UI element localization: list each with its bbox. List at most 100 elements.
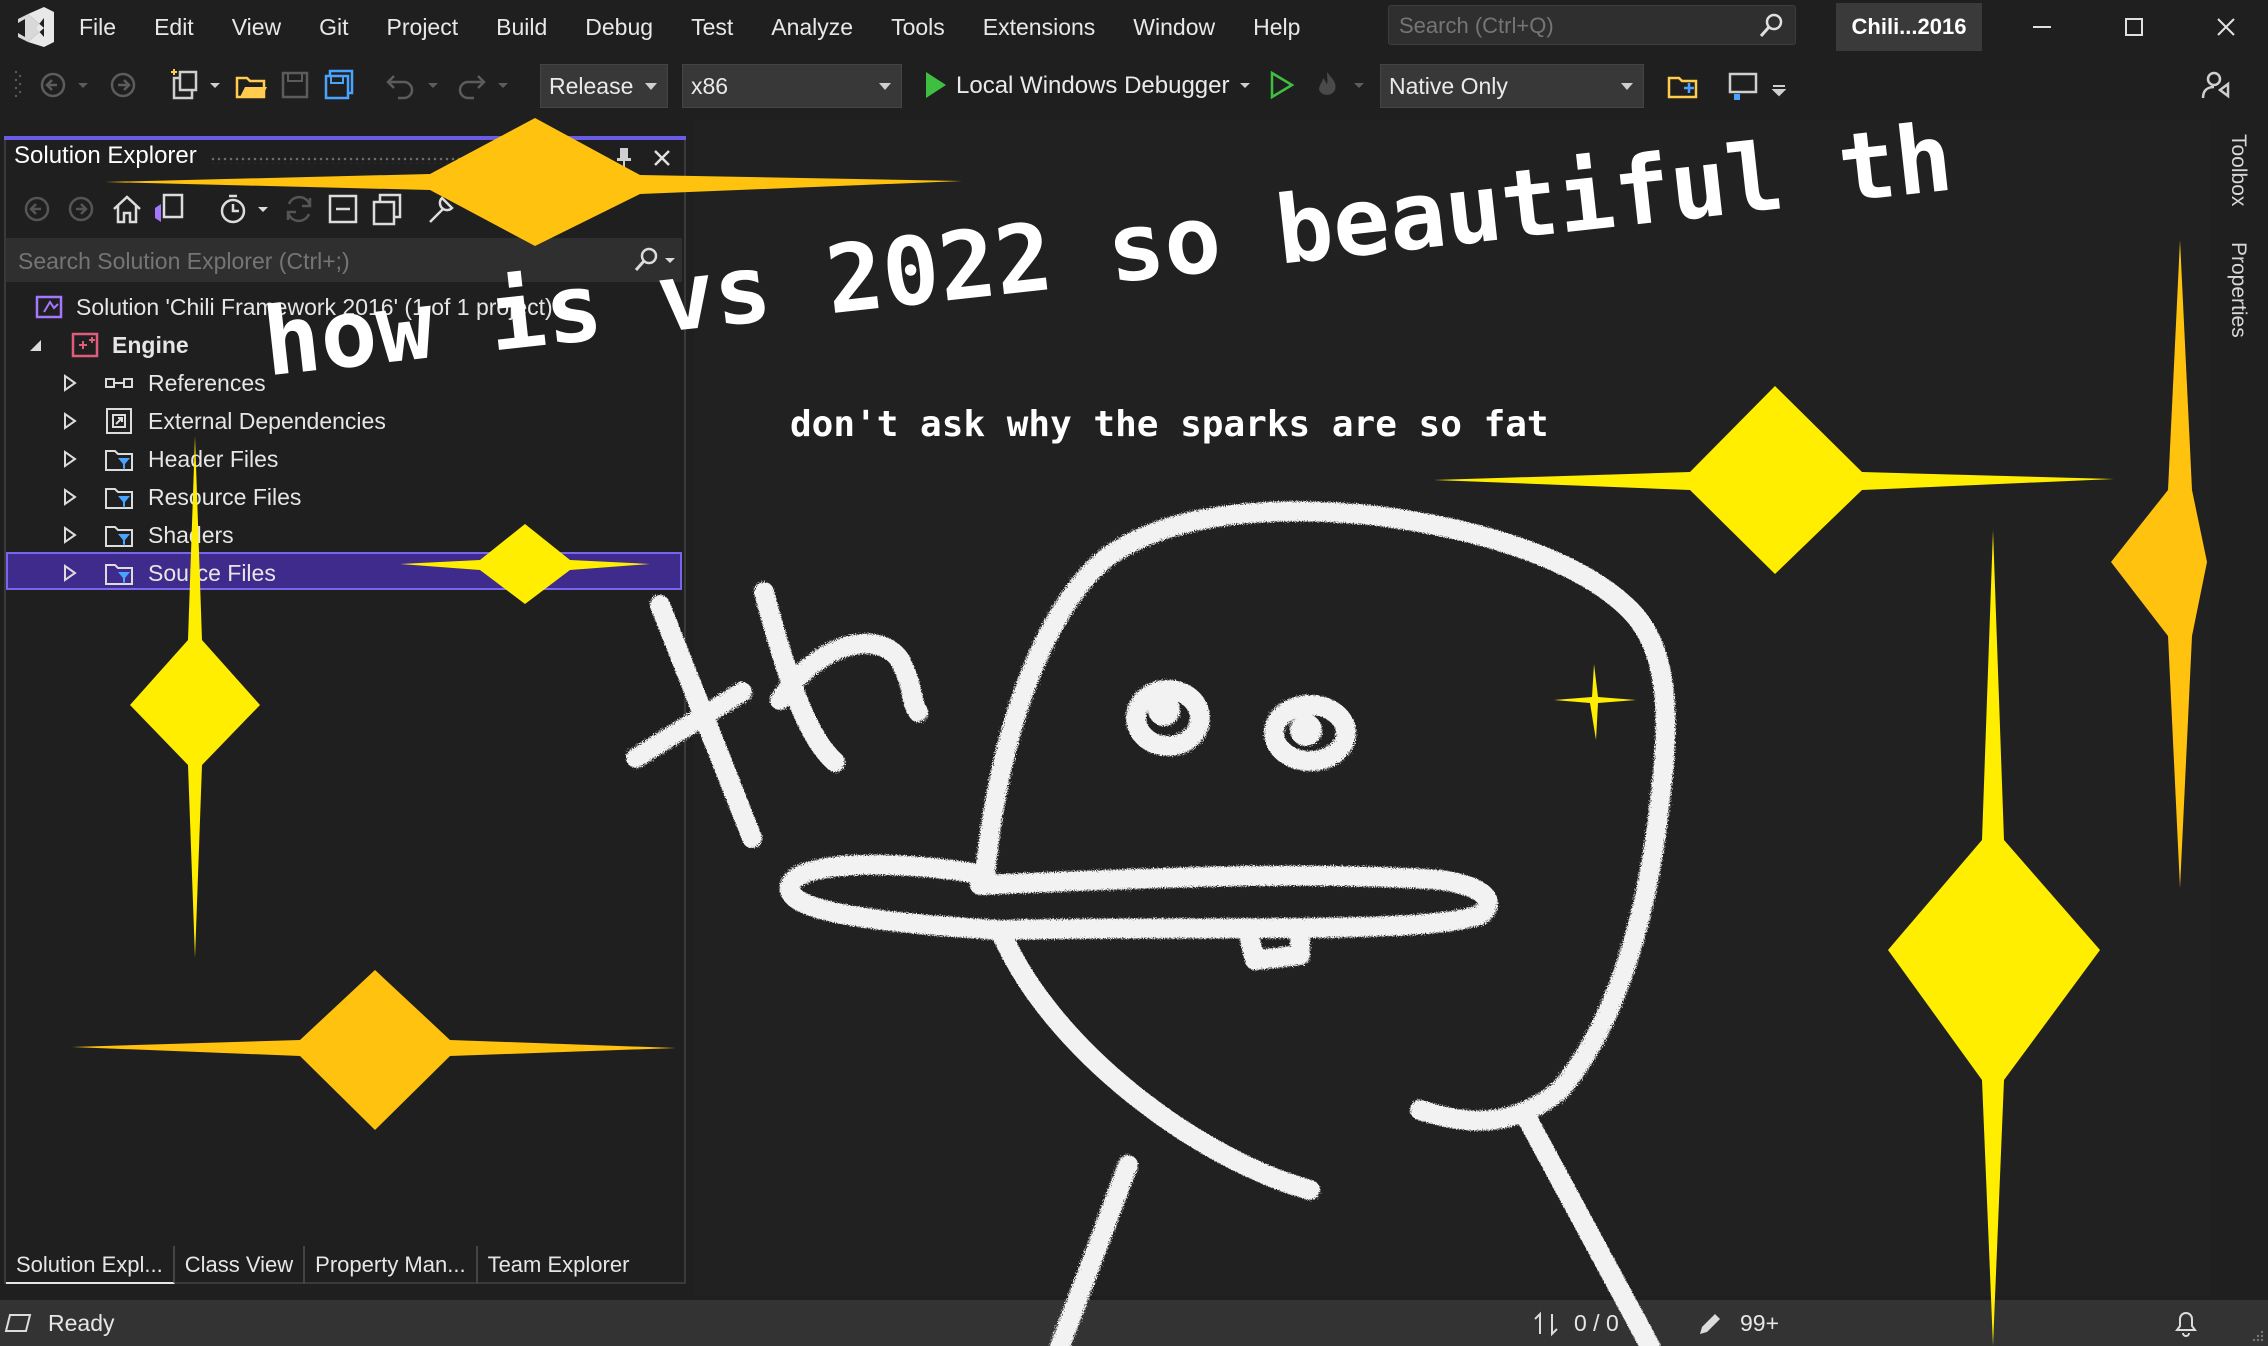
- home-icon[interactable]: [110, 192, 144, 226]
- menu-file[interactable]: File: [60, 0, 135, 54]
- hot-reload-icon[interactable]: [1310, 68, 1344, 102]
- chevron-down-icon: [1621, 83, 1633, 90]
- menu-extensions[interactable]: Extensions: [964, 0, 1115, 54]
- tab-toolbox[interactable]: Toolbox: [2226, 134, 2250, 206]
- menu-project[interactable]: Project: [368, 0, 478, 54]
- tree-item-label: References: [148, 370, 266, 396]
- global-search-input[interactable]: [1397, 10, 1741, 42]
- open-folder-icon[interactable]: [234, 68, 268, 102]
- undo-icon[interactable]: [384, 68, 418, 102]
- debug-mode-dropdown[interactable]: Native Only: [1380, 64, 1644, 108]
- global-search[interactable]: [1388, 5, 1796, 45]
- minimize-button[interactable]: [1996, 0, 2088, 54]
- switch-views-icon[interactable]: [152, 192, 186, 226]
- navigate-back-icon[interactable]: [38, 68, 72, 102]
- toolbar-overflow-icon[interactable]: [1770, 68, 1788, 102]
- sort-arrows-icon[interactable]: [1532, 1310, 1560, 1338]
- navigate-forward-icon[interactable]: [106, 68, 140, 102]
- pending-changes-filter-icon[interactable]: [216, 192, 250, 226]
- save-icon[interactable]: [278, 68, 312, 102]
- output-window-icon[interactable]: [4, 1312, 32, 1334]
- configuration-dropdown[interactable]: Release: [540, 64, 668, 108]
- menu-tools[interactable]: Tools: [872, 0, 964, 54]
- collapsed-arrow-icon[interactable]: [62, 412, 78, 430]
- device-preview-icon[interactable]: [1726, 68, 1760, 102]
- tab-class-view[interactable]: Class View: [175, 1246, 306, 1284]
- start-debugging-icon[interactable]: [918, 68, 952, 102]
- tree-item-header-files[interactable]: Header Files: [6, 440, 682, 478]
- tree-item-label: Resource Files: [148, 484, 302, 510]
- tab-solution-explorer[interactable]: Solution Expl...: [6, 1246, 175, 1284]
- collapsed-arrow-icon[interactable]: [62, 526, 78, 544]
- close-panel-icon[interactable]: [650, 146, 674, 170]
- filter-folder-icon: [105, 450, 133, 471]
- back-icon[interactable]: [20, 192, 54, 226]
- chevron-down-icon: [879, 83, 891, 90]
- toolbar-grip-icon[interactable]: [14, 68, 22, 102]
- browse-folder-icon[interactable]: [1666, 68, 1700, 102]
- save-all-icon[interactable]: [322, 68, 356, 102]
- tab-team-explorer[interactable]: Team Explorer: [478, 1246, 640, 1284]
- sync-icon[interactable]: [282, 192, 316, 226]
- tab-properties[interactable]: Properties: [2226, 242, 2250, 338]
- hot-reload-dropdown-icon[interactable]: [1350, 68, 1368, 102]
- menu-build[interactable]: Build: [477, 0, 566, 54]
- platform-value: x86: [691, 73, 729, 99]
- tree-item-resource-files[interactable]: Resource Files: [6, 478, 682, 516]
- live-share-icon[interactable]: [2200, 68, 2234, 102]
- new-project-icon[interactable]: [168, 68, 202, 102]
- tab-property-manager[interactable]: Property Man...: [305, 1246, 478, 1284]
- chevron-down-icon: [645, 83, 657, 90]
- menu-git[interactable]: Git: [300, 0, 367, 54]
- pencil-icon[interactable]: [1696, 1310, 1724, 1338]
- new-project-dropdown-icon[interactable]: [206, 68, 224, 102]
- menu-help[interactable]: Help: [1234, 0, 1319, 54]
- platform-dropdown[interactable]: x86: [682, 64, 902, 108]
- menu-test[interactable]: Test: [672, 0, 752, 54]
- resize-grip-icon[interactable]: [2250, 1328, 2264, 1342]
- notification-bell-icon[interactable]: [2172, 1308, 2200, 1338]
- collapsed-arrow-icon[interactable]: [62, 374, 78, 392]
- redo-icon[interactable]: [454, 68, 488, 102]
- redo-dropdown-icon[interactable]: [494, 68, 512, 102]
- menu-analyze[interactable]: Analyze: [752, 0, 872, 54]
- line-count[interactable]: 0 / 0: [1574, 1310, 1619, 1337]
- status-text: Ready: [48, 1310, 115, 1336]
- menu-view[interactable]: View: [213, 0, 300, 54]
- visual-studio-logo-icon[interactable]: [14, 6, 58, 48]
- status-bar: Ready 0 / 0 99+: [0, 1300, 2268, 1346]
- maximize-button[interactable]: [2088, 0, 2180, 54]
- collapsed-arrow-icon[interactable]: [62, 450, 78, 468]
- filter-dropdown-icon[interactable]: [254, 192, 272, 226]
- tree-item-shaders[interactable]: Shaders: [6, 516, 682, 554]
- title-bar: File Edit View Git Project Build Debug T…: [0, 0, 2268, 54]
- forward-icon[interactable]: [64, 192, 98, 226]
- menu-bar: File Edit View Git Project Build Debug T…: [60, 0, 1319, 54]
- tree-item-source-files[interactable]: Source Files: [6, 552, 682, 590]
- start-without-debugging-icon[interactable]: [1264, 68, 1298, 102]
- panel-drag-handle[interactable]: [210, 156, 590, 164]
- properties-wrench-icon[interactable]: [424, 192, 458, 226]
- expanded-arrow-icon[interactable]: [28, 336, 44, 354]
- collapse-all-icon[interactable]: [326, 192, 360, 226]
- show-all-files-icon[interactable]: [370, 192, 404, 226]
- menu-debug[interactable]: Debug: [566, 0, 672, 54]
- cpp-project-icon: [71, 332, 99, 358]
- collapsed-arrow-icon[interactable]: [62, 488, 78, 506]
- close-button[interactable]: [2180, 0, 2268, 54]
- back-dropdown-icon[interactable]: [74, 68, 92, 102]
- references-icon: [105, 378, 133, 388]
- search-icon[interactable]: [1757, 12, 1785, 40]
- undo-dropdown-icon[interactable]: [424, 68, 442, 102]
- tree-item-label: Source Files: [148, 560, 276, 586]
- maximize-icon: [2125, 18, 2143, 36]
- debugger-dropdown-icon[interactable]: [1236, 68, 1254, 102]
- debugger-label[interactable]: Local Windows Debugger: [956, 64, 1229, 108]
- pin-icon[interactable]: [612, 146, 636, 170]
- project-label: Engine: [112, 332, 189, 358]
- menu-edit[interactable]: Edit: [135, 0, 213, 54]
- error-count[interactable]: 99+: [1740, 1310, 1779, 1337]
- menu-window[interactable]: Window: [1114, 0, 1234, 54]
- collapsed-arrow-icon[interactable]: [62, 564, 78, 582]
- tree-item-external-dependencies[interactable]: External Dependencies: [6, 402, 682, 440]
